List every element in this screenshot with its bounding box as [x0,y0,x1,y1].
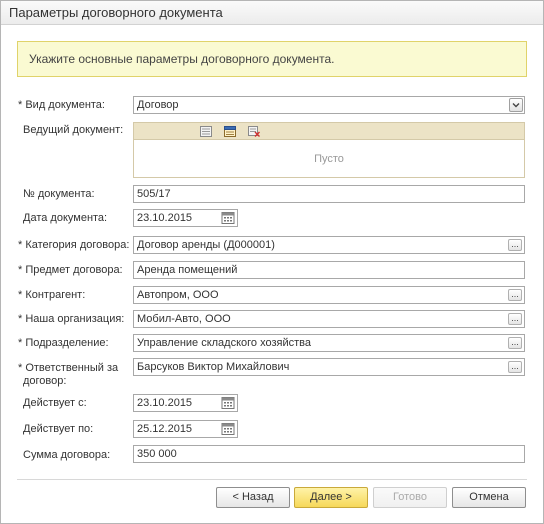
responsible-value: Барсуков Виктор Михайлович [137,361,290,373]
lead-doc-empty-text: Пусто [314,153,344,165]
valid-from-label: Действует с: [23,397,87,409]
department-value: Управление складского хозяйства [137,337,311,349]
dialog-title: Параметры договорного документа [1,1,543,25]
clear-document-icon[interactable] [248,126,260,137]
lead-doc-toolbar [134,123,524,140]
hint-message: Укажите основные параметры договорного д… [17,41,527,77]
counterparty-field[interactable]: Автопром, ООО ... [133,286,525,304]
responsible-label-line2: договор: [23,375,67,387]
valid-to-label: Действует по: [23,423,94,435]
organization-label: * Наша организация: [18,313,125,325]
responsible-field[interactable]: Барсуков Виктор Михайлович ... [133,358,525,376]
responsible-label: * Ответственный за договор: [18,362,118,388]
doc-type-value: Договор [137,99,179,111]
counterparty-label: * Контрагент: [18,289,86,301]
valid-from-value: 23.10.2015 [137,397,193,409]
footer-divider [17,479,527,480]
calendar-icon[interactable] [221,422,235,436]
doc-date-input[interactable]: 23.10.2015 [133,209,238,227]
dialog-window: Параметры договорного документа Укажите … [0,0,544,524]
organization-field[interactable]: Мобил-Авто, ООО ... [133,310,525,328]
counterparty-value: Автопром, ООО [137,289,219,301]
department-field[interactable]: Управление складского хозяйства ... [133,334,525,352]
chevron-down-icon[interactable] [509,98,523,112]
valid-to-input[interactable]: 25.12.2015 [133,420,238,438]
doc-date-value: 23.10.2015 [137,212,193,224]
category-value: Договор аренды (Д000001) [137,239,275,251]
category-field[interactable]: Договор аренды (Д000001) ... [133,236,525,254]
doc-number-label: № документа: [23,188,95,200]
doc-type-label: * Вид документа: [18,99,105,111]
valid-to-value: 25.12.2015 [137,423,193,435]
organization-select-button[interactable]: ... [508,313,522,325]
organization-value: Мобил-Авто, ООО [137,313,231,325]
done-button[interactable]: Готово [373,487,447,508]
responsible-select-button[interactable]: ... [508,361,522,373]
back-button[interactable]: < Назад [216,487,290,508]
amount-input[interactable]: 350 000 [133,445,525,463]
lead-doc-panel: Пусто [133,122,525,178]
select-from-list-icon[interactable] [200,126,212,137]
department-label: * Подразделение: [18,337,109,349]
category-label: * Категория договора: [18,239,130,251]
doc-number-input[interactable]: 505/17 [133,185,525,203]
lead-doc-label: Ведущий документ: [23,124,124,136]
responsible-label-line1: * Ответственный за [18,362,119,374]
valid-from-input[interactable]: 23.10.2015 [133,394,238,412]
subject-label: * Предмет договора: [18,264,123,276]
doc-type-select[interactable]: Договор [133,96,525,114]
amount-label: Сумма договора: [23,449,111,461]
counterparty-select-button[interactable]: ... [508,289,522,301]
calendar-icon[interactable] [221,396,235,410]
next-button[interactable]: Далее > [294,487,368,508]
doc-date-label: Дата документа: [23,212,108,224]
department-select-button[interactable]: ... [508,337,522,349]
calendar-icon[interactable] [221,211,235,225]
cancel-button[interactable]: Отмена [452,487,526,508]
subject-input[interactable]: Аренда помещений [133,261,525,279]
open-document-icon[interactable] [224,126,236,137]
category-select-button[interactable]: ... [508,239,522,251]
